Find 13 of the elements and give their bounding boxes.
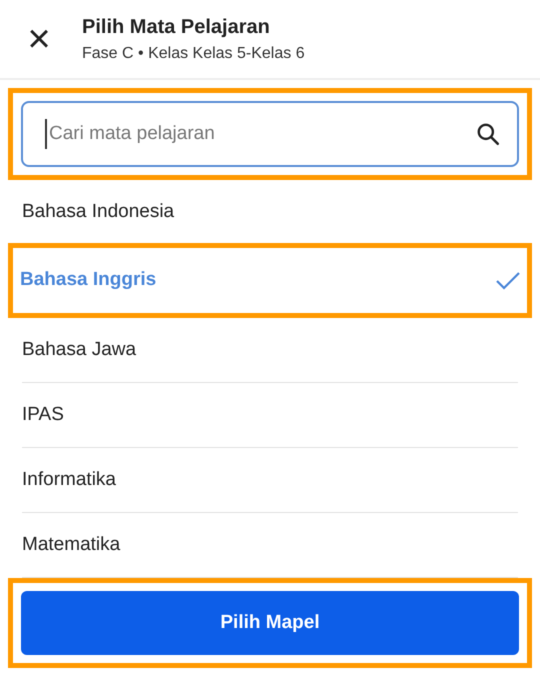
- confirm-button[interactable]: Pilih Mapel: [21, 591, 519, 655]
- subject-item[interactable]: Bahasa Inggris: [20, 248, 527, 313]
- subject-item[interactable]: Informatika: [22, 448, 518, 513]
- search-icon[interactable]: [475, 121, 501, 147]
- dialog-title: Pilih Mata Pelajaran: [82, 15, 271, 40]
- subject-item[interactable]: Matematika: [22, 513, 518, 578]
- close-button[interactable]: ×: [22, 19, 56, 59]
- dialog-subtitle: Fase C • Kelas Kelas 5-Kelas 6: [82, 44, 305, 64]
- checkmark-icon: [495, 270, 521, 290]
- search-field[interactable]: Cari mata pelajaran: [21, 101, 519, 167]
- subject-item[interactable]: Bahasa Indonesia: [22, 180, 518, 245]
- subject-item[interactable]: Bahasa Jawa: [22, 318, 518, 383]
- subject-item[interactable]: IPAS: [22, 383, 518, 448]
